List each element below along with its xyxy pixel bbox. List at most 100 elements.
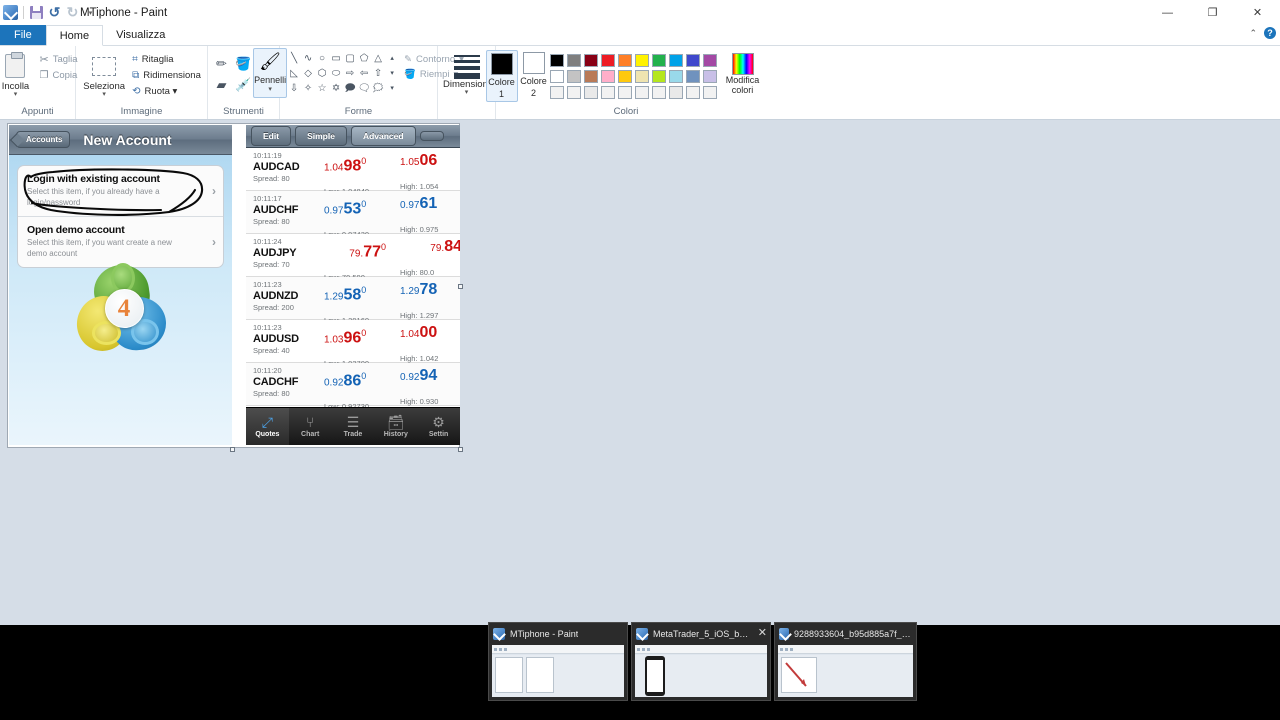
tab-home[interactable]: Home (45, 25, 104, 46)
palette-swatch[interactable] (668, 70, 683, 83)
palette-swatch[interactable] (600, 86, 615, 99)
palette-swatch[interactable] (668, 86, 683, 99)
table-row[interactable]: 10:11:23 AUDNZD Spread: 200 1.29580 Low:… (246, 277, 460, 325)
shapes-gallery[interactable]: ╲ ∿ ○ ▭ ▢ ⬠ △ ▴ ◺ ◇ ⬡ ⬭ ⇨ ⇦ ⇧ ▾ ⇩ ✧ ☆ ✡ … (287, 48, 399, 96)
palette-swatch[interactable] (600, 70, 615, 83)
accounts-back-button[interactable]: Accounts (16, 131, 71, 148)
palette-swatch[interactable] (549, 86, 564, 99)
shape-diamond-icon[interactable]: ◇ (304, 68, 312, 79)
minimize-button[interactable]: — (1145, 0, 1190, 25)
segment-edit[interactable]: Edit (251, 126, 292, 146)
palette-swatch[interactable] (685, 86, 700, 99)
palette-swatch[interactable] (617, 54, 632, 67)
shape-line-icon[interactable]: ╲ (291, 53, 297, 64)
table-row[interactable]: 10:11:23 AUDUSD Spread: 40 1.03960 Low: … (246, 320, 460, 368)
edit-colors-button[interactable]: Modifica colori (719, 50, 767, 95)
select-chevron-down-icon[interactable]: ▾ (102, 91, 106, 98)
close-icon[interactable]: ✕ (758, 627, 767, 640)
palette-swatch[interactable] (634, 70, 649, 83)
quick-access-toolbar[interactable]: ↺ ↻ ▾ (0, 0, 98, 25)
palette-swatch[interactable] (651, 70, 666, 83)
shape-rectangle-icon[interactable]: ▭ (331, 53, 340, 64)
palette-swatch[interactable] (651, 54, 666, 67)
shapes-scroll-down-icon[interactable]: ▾ (390, 69, 394, 79)
tab-chart[interactable]: ⑂ Chart (289, 408, 332, 445)
color-palette[interactable] (549, 50, 719, 101)
table-row[interactable]: 10:11:17 AUDCHF Spread: 80 0.97530 Low: … (246, 191, 460, 239)
shape-right-triangle-icon[interactable]: ◺ (290, 68, 298, 79)
taskbar-preview-2[interactable]: MetaTrader_5_iOS_build_... ✕ (631, 622, 771, 701)
qat-chevron-down-icon[interactable]: ▾ (83, 5, 98, 20)
shape-left-arrow-icon[interactable]: ⇦ (360, 68, 368, 79)
palette-swatch[interactable] (566, 54, 581, 67)
shape-down-arrow-icon[interactable]: ⇩ (290, 83, 298, 94)
taskbar-preview-3[interactable]: 9288933604_b95d885a7f_o - Pai... (774, 622, 917, 701)
palette-swatch[interactable] (549, 70, 564, 83)
palette-swatch[interactable] (702, 86, 717, 99)
shape-triangle-icon[interactable]: △ (374, 53, 382, 64)
tab-trade[interactable]: ☰ Trade (332, 408, 375, 445)
tab-file[interactable]: File (0, 25, 46, 45)
tab-settings[interactable]: ⚙ Settin (417, 408, 460, 445)
shape-rounded-rectangle-icon[interactable]: ▢ (345, 53, 354, 64)
shape-rounded-callout-icon[interactable]: 🗩 (345, 83, 356, 94)
color-1-button[interactable]: Colore 1 (485, 50, 518, 102)
taskbar-preview-1[interactable]: MTiphone - Paint (488, 622, 628, 701)
preview-thumbnail[interactable] (635, 645, 767, 697)
size-chevron-down-icon[interactable]: ▾ (465, 89, 469, 96)
collapse-ribbon-chevron-up-icon[interactable]: ⌃ (1249, 28, 1257, 39)
table-row[interactable]: 10:11:19 AUDCAD Spread: 80 1.04980 Low: … (246, 148, 460, 196)
close-button[interactable]: ✕ (1235, 0, 1280, 25)
canvas-handle-bottom[interactable] (230, 447, 235, 452)
preview-thumbnail[interactable] (778, 645, 913, 697)
shape-oval-callout-icon[interactable]: 🗨 (358, 83, 371, 94)
palette-swatch[interactable] (668, 54, 683, 67)
paste-button[interactable]: Incolla ▾ (0, 49, 36, 98)
shape-curve-icon[interactable]: ∿ (304, 53, 312, 64)
shape-polygon-icon[interactable]: ⬠ (360, 53, 369, 64)
shape-pentagon-icon[interactable]: ⬡ (318, 68, 327, 79)
save-icon[interactable] (29, 5, 44, 20)
undo-icon[interactable]: ↺ (47, 5, 62, 20)
segment-advanced[interactable]: Advanced (350, 126, 416, 146)
paste-chevron-down-icon[interactable]: ▾ (14, 91, 18, 98)
palette-swatch[interactable] (617, 70, 632, 83)
redo-icon[interactable]: ↻ (65, 5, 80, 20)
shape-six-point-star-icon[interactable]: ✡ (332, 83, 340, 94)
shape-up-arrow-icon[interactable]: ⇧ (374, 68, 382, 79)
shape-hexagon-icon[interactable]: ⬭ (332, 68, 341, 79)
palette-swatch[interactable] (634, 54, 649, 67)
eraser-icon[interactable]: ▰ (217, 77, 227, 93)
palette-swatch[interactable] (685, 70, 700, 83)
tab-quotes[interactable]: ⤢ Quotes (246, 408, 289, 445)
select-button[interactable]: Seleziona ▾ (79, 49, 129, 98)
shape-oval-icon[interactable]: ○ (319, 53, 325, 64)
palette-swatch[interactable] (634, 86, 649, 99)
table-row[interactable]: 10:11:20 CADCHF Spread: 80 0.92860 Low: … (246, 363, 460, 411)
palette-swatch[interactable] (600, 54, 615, 67)
pencil-icon[interactable]: ✏ (216, 56, 227, 72)
shape-right-arrow-icon[interactable]: ⇨ (346, 68, 354, 79)
palette-swatch[interactable] (583, 70, 598, 83)
canvas-area[interactable]: Accounts New Account Login with existing… (0, 120, 1280, 625)
table-row[interactable]: 10:11:24 AUDJPY Spread: 70 79.770 Low: 7… (246, 234, 460, 282)
crop-button[interactable]: ⌗ Ritaglia (129, 52, 204, 67)
maximize-button[interactable]: ❐ (1190, 0, 1235, 25)
palette-swatch[interactable] (583, 86, 598, 99)
palette-swatch[interactable] (702, 70, 717, 83)
palette-swatch[interactable] (583, 54, 598, 67)
list-item-open-demo[interactable]: Open demo account Select this item, if y… (18, 216, 223, 267)
preview-thumbnail[interactable] (492, 645, 624, 697)
palette-swatch[interactable] (651, 86, 666, 99)
shape-five-point-star-icon[interactable]: ☆ (318, 83, 327, 94)
shape-cloud-callout-icon[interactable]: 🗯 (372, 83, 385, 94)
palette-swatch[interactable] (566, 70, 581, 83)
color-2-button[interactable]: Colore 2 (518, 50, 550, 98)
segment-simple[interactable]: Simple (295, 126, 347, 146)
canvas-handle-right[interactable] (458, 284, 463, 289)
help-icon[interactable]: ? (1264, 27, 1276, 39)
quotes-list[interactable]: 10:11:19 AUDCAD Spread: 80 1.04980 Low: … (246, 148, 460, 411)
shape-four-point-star-icon[interactable]: ✧ (304, 83, 312, 94)
resize-button[interactable]: ⧉ Ridimensiona (129, 68, 204, 83)
canvas-handle-corner[interactable] (458, 447, 463, 452)
